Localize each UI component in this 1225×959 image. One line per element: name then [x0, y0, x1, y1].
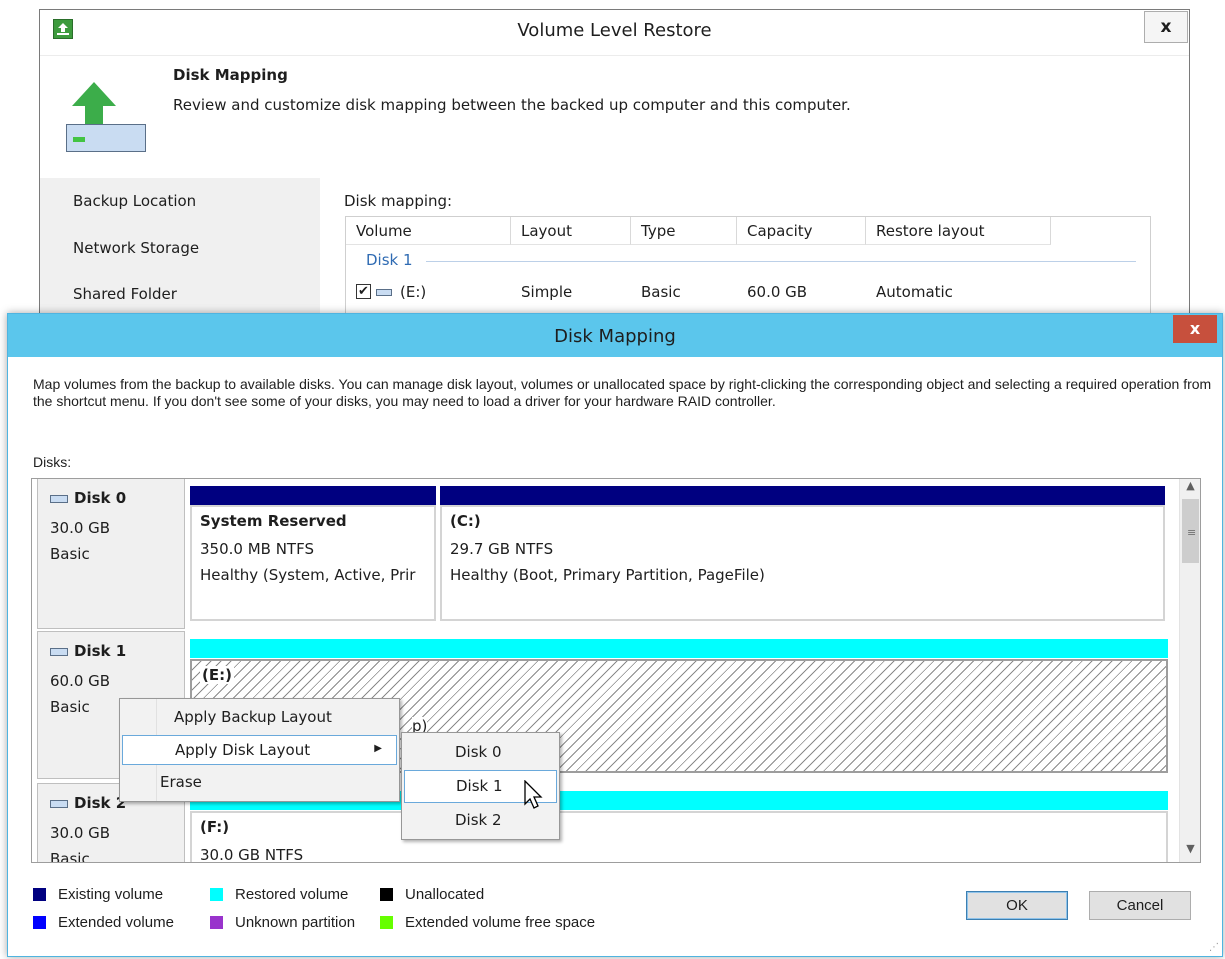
disk-name: Disk 0: [50, 489, 126, 507]
disk-size: 60.0 GB: [50, 672, 111, 690]
existing-volume-bar: [190, 486, 436, 505]
legend-label: Unallocated: [405, 886, 485, 903]
partition-c[interactable]: (C:) 29.7 GB NTFS Healthy (Boot, Primary…: [440, 505, 1165, 621]
disk-icon: [50, 647, 68, 656]
disk-icon: [50, 799, 68, 808]
partition-filesystem: 29.7 GB NTFS: [450, 540, 554, 558]
disk-type: Basic: [50, 545, 90, 563]
disk-mapping-dialog: Disk Mapping x Map volumes from the back…: [7, 313, 1223, 957]
disk-type: Basic: [50, 698, 90, 716]
legend-swatch: [210, 916, 223, 929]
disk-name: Disk 1: [50, 642, 126, 660]
nav-item-backup-location[interactable]: Backup Location: [73, 192, 196, 210]
volume-checkbox[interactable]: ✔: [356, 284, 371, 299]
column-header-volume[interactable]: Volume: [346, 217, 511, 245]
disk-mapping-label: Disk mapping:: [344, 192, 453, 210]
partition-status: Healthy (Boot, Primary Partition, PageFi…: [450, 566, 765, 584]
dialog-title: Disk Mapping: [554, 326, 676, 347]
disks-panel[interactable]: Disk 0 30.0 GB Basic System Reserved 350…: [31, 478, 1201, 863]
partition-system-reserved[interactable]: System Reserved 350.0 MB NTFS Healthy (S…: [190, 505, 436, 621]
partition-f[interactable]: (F:) 30.0 GB NTFS: [190, 811, 1168, 863]
restored-volume-bar: [190, 639, 1168, 658]
menu-item-apply-backup-layout[interactable]: Apply Backup Layout: [122, 702, 397, 732]
group-label: Disk 1: [366, 251, 413, 269]
partition-name: (E:): [200, 666, 234, 684]
cell-restore-layout: Automatic: [876, 283, 953, 301]
cell-volume: (E:): [400, 283, 427, 301]
green-up-arrow-icon: [72, 82, 116, 128]
column-header-type[interactable]: Type: [631, 217, 737, 245]
partition-filesystem: 350.0 MB NTFS: [200, 540, 314, 558]
cell-capacity: 60.0 GB: [747, 283, 808, 301]
scroll-up-arrow-icon[interactable]: ▲: [1180, 479, 1200, 497]
legend-swatch: [380, 888, 393, 901]
legend-label: Extended volume free space: [405, 914, 596, 931]
mouse-pointer-icon: [524, 780, 543, 809]
cell-type: Basic: [641, 283, 681, 301]
legend-label: Restored volume: [235, 886, 349, 903]
partition-name: (C:): [450, 512, 481, 530]
title-bar: Volume Level Restore x: [40, 10, 1189, 56]
legend-label: Extended volume: [58, 914, 174, 931]
disks-label: Disks:: [33, 454, 72, 470]
vertical-scrollbar[interactable]: ▲ ≡ ▼: [1179, 479, 1200, 862]
ok-button[interactable]: OK: [966, 891, 1068, 920]
step-title: Disk Mapping: [173, 66, 288, 84]
wizard-body: Backup Location Network Storage Shared F…: [40, 178, 1189, 336]
close-button[interactable]: x: [1173, 315, 1217, 343]
nav-item-shared-folder[interactable]: Shared Folder: [73, 285, 177, 303]
disk-row-0[interactable]: Disk 0 30.0 GB Basic System Reserved 350…: [32, 479, 1178, 631]
disk-name: Disk 2: [50, 794, 126, 812]
disk-info[interactable]: Disk 0 30.0 GB Basic: [37, 479, 185, 629]
close-button[interactable]: x: [1144, 11, 1188, 43]
legend-swatch: [210, 888, 223, 901]
partition-name: (F:): [200, 818, 230, 836]
menu-item-apply-disk-layout[interactable]: Apply Disk Layout ▶: [122, 735, 397, 765]
partition-filesystem: 30.0 GB NTFS: [200, 846, 304, 863]
cancel-button[interactable]: Cancel: [1089, 891, 1191, 920]
context-menu: Apply Backup Layout Apply Disk Layout ▶ …: [119, 698, 400, 802]
disk-size: 30.0 GB: [50, 824, 111, 842]
legend-label: Existing volume: [58, 886, 164, 903]
volume-icon: [376, 289, 392, 296]
nav-item-network-storage[interactable]: Network Storage: [73, 239, 199, 257]
wizard-nav: Backup Location Network Storage Shared F…: [40, 178, 320, 330]
disk-icon: [50, 494, 68, 503]
menu-item-erase[interactable]: Erase: [122, 767, 397, 797]
group-divider: [426, 261, 1136, 262]
disk-type: Basic: [50, 850, 90, 863]
volume-level-restore-window: Volume Level Restore x Disk Mapping Revi…: [39, 9, 1190, 336]
submenu-item-disk-0[interactable]: Disk 0: [404, 736, 557, 769]
resize-grip-icon[interactable]: ⋰: [1209, 942, 1219, 953]
legend-swatch: [380, 916, 393, 929]
window-title: Volume Level Restore: [517, 20, 712, 41]
dialog-description: Map volumes from the backup to available…: [33, 376, 1212, 409]
scroll-down-arrow-icon[interactable]: ▼: [1180, 842, 1200, 860]
partition-status: Healthy (System, Active, Prir: [200, 566, 416, 584]
disk-size: 30.0 GB: [50, 519, 111, 537]
cell-layout: Simple: [521, 283, 573, 301]
partition-name: System Reserved: [200, 512, 347, 530]
legend-swatch: [33, 916, 46, 929]
step-description: Review and customize disk mapping betwee…: [173, 96, 851, 114]
column-header-layout[interactable]: Layout: [511, 217, 631, 245]
column-header-capacity[interactable]: Capacity: [737, 217, 866, 245]
menu-item-label: Apply Disk Layout: [175, 741, 311, 759]
legend-label: Unknown partition: [235, 914, 356, 931]
scrollbar-thumb[interactable]: ≡: [1182, 499, 1199, 563]
disk-icon: [66, 124, 146, 152]
legend-swatch: [33, 888, 46, 901]
dialog-title-bar: Disk Mapping x: [8, 314, 1222, 357]
submenu-arrow-icon: ▶: [374, 743, 382, 754]
wizard-main: Disk mapping: Volume Layout Type Capacit…: [320, 178, 1189, 336]
wizard-header: Disk Mapping Review and customize disk m…: [40, 56, 1189, 178]
existing-volume-bar: [440, 486, 1165, 505]
column-header-restore-layout[interactable]: Restore layout: [866, 217, 1051, 245]
